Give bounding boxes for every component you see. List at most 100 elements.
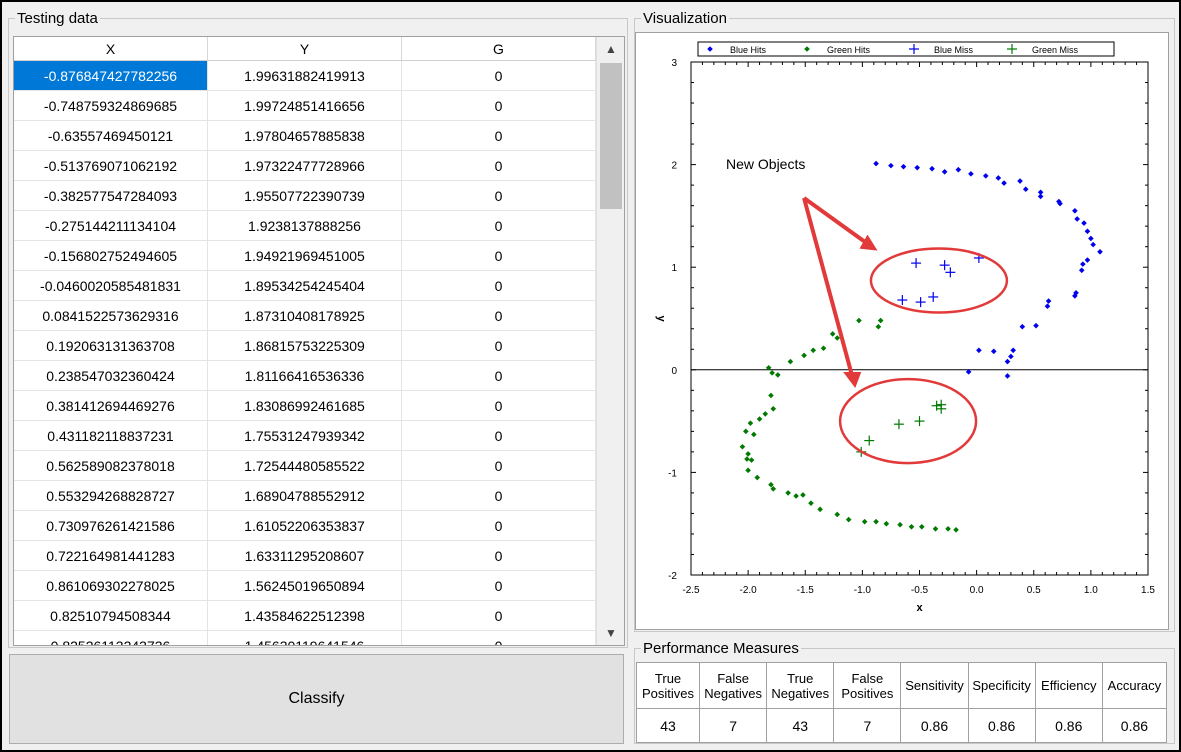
table-cell[interactable]: -0.876847427782256 <box>14 61 208 91</box>
table-cell[interactable]: 0 <box>402 511 596 541</box>
table-cell[interactable]: 0.431182118837231 <box>14 421 208 451</box>
table-cell[interactable]: 1.94921969451005 <box>208 241 402 271</box>
table-row[interactable]: 0.381412694469276 1.83086992461685 0 <box>14 391 596 421</box>
table-cell[interactable]: 0 <box>402 451 596 481</box>
table-cell[interactable]: 0 <box>402 151 596 181</box>
table-cell[interactable]: 0 <box>402 601 596 631</box>
table-row[interactable]: 0.82526113243736 1.45630119641546 0 <box>14 631 596 645</box>
table-cell[interactable]: -0.156802752494605 <box>14 241 208 271</box>
table-cell[interactable]: 0 <box>402 271 596 301</box>
table-cell[interactable]: 0.722164981441283 <box>14 541 208 571</box>
table-cell[interactable]: 1.95507722390739 <box>208 181 402 211</box>
table-cell[interactable]: 1.68904788552912 <box>208 481 402 511</box>
table-row[interactable]: 0.431182118837231 1.75531247939342 0 <box>14 421 596 451</box>
table-cell[interactable]: 1.87310408178925 <box>208 301 402 331</box>
table-cell[interactable]: 0.562589082378018 <box>14 451 208 481</box>
table-row[interactable]: 0.238547032360424 1.81166416536336 0 <box>14 361 596 391</box>
table-cell[interactable]: 0.381412694469276 <box>14 391 208 421</box>
table-row[interactable]: 0.82510794508344 1.43584622512398 0 <box>14 601 596 631</box>
table-row[interactable]: -0.275144211134104 1.9238137888256 0 <box>14 211 596 241</box>
table-cell[interactable]: 0 <box>402 631 596 645</box>
table-cell[interactable]: 1.61052206353837 <box>208 511 402 541</box>
column-header-y[interactable]: Y <box>208 37 402 60</box>
table-cell[interactable]: 1.45630119641546 <box>208 631 402 645</box>
table-cell[interactable]: 0.553294268828727 <box>14 481 208 511</box>
vertical-scrollbar[interactable]: ▲ ▼ <box>596 37 624 645</box>
table-cell[interactable]: 1.56245019650894 <box>208 571 402 601</box>
table-cell[interactable]: 1.97322477728966 <box>208 151 402 181</box>
table-cell[interactable]: 0 <box>402 391 596 421</box>
table-row[interactable]: 0.730976261421586 1.61052206353837 0 <box>14 511 596 541</box>
table-cell[interactable]: -0.0460020585481831 <box>14 271 208 301</box>
table-cell[interactable]: 0 <box>402 571 596 601</box>
table-cell[interactable]: -0.748759324869685 <box>14 91 208 121</box>
table-row[interactable]: -0.382577547284093 1.95507722390739 0 <box>14 181 596 211</box>
table-cell[interactable]: 1.63311295208607 <box>208 541 402 571</box>
table-cell[interactable]: 0 <box>402 241 596 271</box>
scroll-up-icon[interactable]: ▲ <box>597 37 624 61</box>
green-hits-point <box>918 523 925 530</box>
table-row[interactable]: 0.722164981441283 1.63311295208607 0 <box>14 541 596 571</box>
table-cell[interactable]: -0.382577547284093 <box>14 181 208 211</box>
scroll-down-icon[interactable]: ▼ <box>597 621 624 645</box>
table-cell[interactable]: 1.72544480585522 <box>208 451 402 481</box>
table-cell[interactable]: 0.238547032360424 <box>14 361 208 391</box>
table-cell[interactable]: 1.89534254245404 <box>208 271 402 301</box>
table-cell[interactable]: 0 <box>402 181 596 211</box>
table-cell[interactable]: 0 <box>402 361 596 391</box>
table-cell[interactable]: 0.82510794508344 <box>14 601 208 631</box>
blue-hits-point <box>941 168 948 175</box>
table-row[interactable]: -0.156802752494605 1.94921969451005 0 <box>14 241 596 271</box>
table-cell[interactable]: 1.81166416536336 <box>208 361 402 391</box>
perf-header-cell: True Negatives <box>766 662 835 709</box>
table-cell[interactable]: 1.86815753225309 <box>208 331 402 361</box>
table-row[interactable]: 0.553294268828727 1.68904788552912 0 <box>14 481 596 511</box>
table-cell[interactable]: 0.0841522573629316 <box>14 301 208 331</box>
table-row[interactable]: -0.748759324869685 1.99724851416656 0 <box>14 91 596 121</box>
table-row[interactable]: 0.861069302278025 1.56245019650894 0 <box>14 571 596 601</box>
column-header-g[interactable]: G <box>402 37 596 60</box>
table-cell[interactable]: 0.730976261421586 <box>14 511 208 541</box>
table-cell[interactable]: 1.75531247939342 <box>208 421 402 451</box>
table-cell[interactable]: 1.9238137888256 <box>208 211 402 241</box>
table-cell[interactable]: -0.63557469450121 <box>14 121 208 151</box>
table-cell[interactable]: 0 <box>402 541 596 571</box>
table-cell[interactable]: 0 <box>402 61 596 91</box>
table-row[interactable]: -0.876847427782256 1.99631882419913 0 <box>14 61 596 91</box>
table-row[interactable]: -0.63557469450121 1.97804657885838 0 <box>14 121 596 151</box>
scroll-thumb[interactable] <box>600 63 622 209</box>
table-cell[interactable]: 0 <box>402 91 596 121</box>
x-tick-label: -1.5 <box>797 585 815 596</box>
y-tick-label: 2 <box>671 161 677 172</box>
blue-miss-point <box>939 260 950 271</box>
table-row[interactable]: 0.192063131363708 1.86815753225309 0 <box>14 331 596 361</box>
table-cell[interactable]: -0.275144211134104 <box>14 211 208 241</box>
table-cell[interactable]: 0 <box>402 211 596 241</box>
column-header-x[interactable]: X <box>14 37 208 60</box>
classify-button[interactable]: Classify <box>9 654 624 744</box>
green-hits-point <box>873 518 879 525</box>
table-cell[interactable]: 0 <box>402 331 596 361</box>
table-row[interactable]: -0.0460020585481831 1.89534254245404 0 <box>14 271 596 301</box>
x-tick-label: 0.5 <box>1027 585 1041 596</box>
table-cell[interactable]: 1.99631882419913 <box>208 61 402 91</box>
table-cell[interactable]: 0 <box>402 121 596 151</box>
table-cell[interactable]: 0.82526113243736 <box>14 631 208 645</box>
table-cell[interactable]: 0 <box>402 481 596 511</box>
table-cell[interactable]: 1.99724851416656 <box>208 91 402 121</box>
table-cell[interactable]: 0 <box>402 301 596 331</box>
table-cell[interactable]: 0.192063131363708 <box>14 331 208 361</box>
table-row[interactable]: 0.562589082378018 1.72544480585522 0 <box>14 451 596 481</box>
table-cell[interactable]: -0.513769071062192 <box>14 151 208 181</box>
table-cell[interactable]: 1.83086992461685 <box>208 391 402 421</box>
table-cell[interactable]: 1.97804657885838 <box>208 121 402 151</box>
table-row[interactable]: -0.513769071062192 1.97322477728966 0 <box>14 151 596 181</box>
annotation-arrowhead-1 <box>859 234 878 251</box>
table-cell[interactable]: 1.43584622512398 <box>208 601 402 631</box>
table-row[interactable]: 0.0841522573629316 1.87310408178925 0 <box>14 301 596 331</box>
y-axis-label: y <box>655 315 667 322</box>
testing-data-grid[interactable]: X Y G -0.876847427782256 1.99631882419913… <box>13 36 625 646</box>
blue-hits-point <box>914 164 921 171</box>
table-cell[interactable]: 0 <box>402 421 596 451</box>
table-cell[interactable]: 0.861069302278025 <box>14 571 208 601</box>
